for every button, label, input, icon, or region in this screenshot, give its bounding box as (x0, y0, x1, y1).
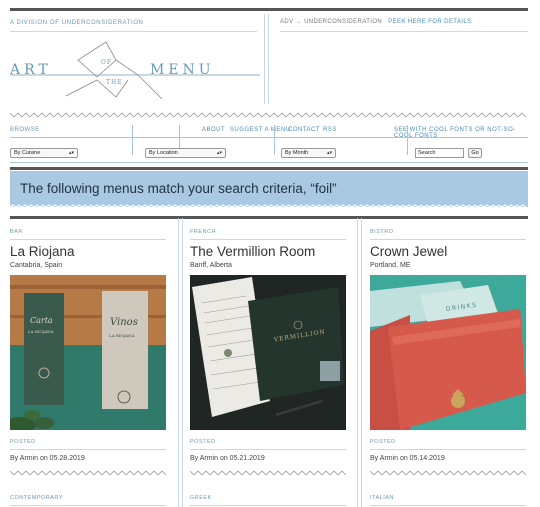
nav-contact[interactable]: CONTACT (288, 127, 320, 133)
post-title[interactable]: La Riojana (10, 244, 75, 259)
post-title[interactable]: The Vermillion Room (190, 244, 315, 259)
posted-divider (370, 449, 526, 450)
posted-label: POSTED (190, 439, 216, 445)
location-value: By Location (149, 150, 178, 156)
next-post-category[interactable]: GREEK (190, 495, 212, 501)
nav-rss[interactable]: RSS (323, 127, 337, 133)
updown-icon: ▴▾ (326, 150, 332, 156)
division-link[interactable]: A DIVISION OF UNDERCONSIDERATION (10, 20, 143, 26)
next-post-category[interactable]: ITALIAN (370, 495, 394, 501)
next-post-category[interactable]: CONTEMPORARY (10, 495, 63, 501)
posted-divider (190, 449, 346, 450)
next-category-divider (10, 505, 166, 506)
column-divider-2 (357, 218, 358, 507)
go-button[interactable]: Go (468, 148, 482, 158)
logo-menu: MENU (150, 62, 215, 78)
header-divider (10, 31, 257, 32)
post-title[interactable]: Crown Jewel (370, 244, 447, 259)
header-column-divider (264, 14, 265, 104)
post-image[interactable]: Carta LA RIOJANA Vinos LA RIOJANA (10, 275, 166, 430)
browse-label: BROWSE (10, 127, 40, 133)
nav-divider (10, 137, 528, 138)
cuisine-value: By Cuisine (14, 150, 41, 156)
site-logo[interactable]: ART OF THE MENU (10, 40, 260, 102)
column-divider-1 (178, 218, 179, 507)
post-zigzag (10, 470, 166, 476)
post-zigzag (370, 470, 526, 476)
posted-divider (10, 449, 166, 450)
riojana-right-script: Vinos (110, 317, 138, 328)
logo-of: OF (101, 59, 112, 66)
post-category[interactable]: FRENCH (190, 229, 216, 235)
post-category[interactable]: BAR (10, 229, 23, 235)
search-input[interactable]: Search (415, 148, 464, 158)
post-image[interactable]: DRINKS (370, 275, 526, 430)
nav-about[interactable]: ABOUT (202, 127, 225, 133)
adv-text: ADV → UNDERCONSIDERATION (280, 19, 383, 25)
posted-label: POSTED (370, 439, 396, 445)
post-image[interactable]: VERMILLION (190, 275, 346, 430)
top-rule (10, 8, 528, 11)
post-location: Portland, ME (370, 262, 411, 269)
nav-suggest[interactable]: SUGGEST A MENU (230, 127, 291, 133)
peek-link[interactable]: PEEK HERE FOR DETAILS (388, 19, 471, 25)
posts-top-rule (10, 216, 528, 219)
zigzag-divider (10, 112, 527, 118)
cuisine-select[interactable]: By Cuisine ▴▾ (10, 148, 78, 158)
category-divider (10, 239, 166, 240)
nav-sep-4 (407, 125, 408, 155)
post-location: Cantabria, Spain (10, 262, 63, 269)
post-zigzag (190, 470, 346, 476)
column-divider-2b (361, 218, 362, 507)
adv-line: ADV → UNDERCONSIDERATION PEEK HERE FOR DE… (280, 19, 471, 25)
updown-icon: ▴▾ (68, 150, 74, 156)
logo-the: THE (106, 79, 123, 86)
banner-zigzag (10, 204, 527, 208)
nav-sep-3 (274, 125, 275, 155)
category-divider (190, 239, 346, 240)
post-category[interactable]: BISTRO (370, 229, 393, 235)
search-banner: The following menus match your search cr… (10, 171, 528, 207)
column-divider-1b (182, 218, 183, 507)
post-byline: By Armin on 05.21.2019 (190, 455, 265, 462)
posted-label: POSTED (10, 439, 36, 445)
month-value: By Month (285, 150, 309, 156)
post-location: Banff, Alberta (190, 262, 232, 269)
next-category-divider (370, 505, 526, 506)
logo-art: ART (10, 62, 52, 78)
riojana-brand-right: LA RIOJANA (109, 333, 135, 338)
page: A DIVISION OF UNDERCONSIDERATION ART OF … (10, 0, 528, 507)
banner-top-rule (10, 167, 528, 170)
category-divider (370, 239, 526, 240)
post-byline: By Armin on 05.28.2019 (10, 455, 85, 462)
header-column-divider-2 (268, 14, 269, 104)
nav-sep-1 (132, 125, 133, 155)
riojana-brand-left: LA RIOJANA (28, 329, 54, 334)
updown-icon: ▴▾ (216, 150, 222, 156)
location-select[interactable]: By Location ▴▾ (145, 148, 226, 158)
search-result-message: The following menus match your search cr… (20, 181, 337, 196)
filter-divider (10, 162, 528, 163)
post-byline: By Armin on 05.14.2019 (370, 455, 445, 462)
adv-divider (280, 31, 528, 32)
next-category-divider (190, 505, 346, 506)
month-select[interactable]: By Month ▴▾ (281, 148, 336, 158)
riojana-left-script: Carta (30, 316, 53, 325)
